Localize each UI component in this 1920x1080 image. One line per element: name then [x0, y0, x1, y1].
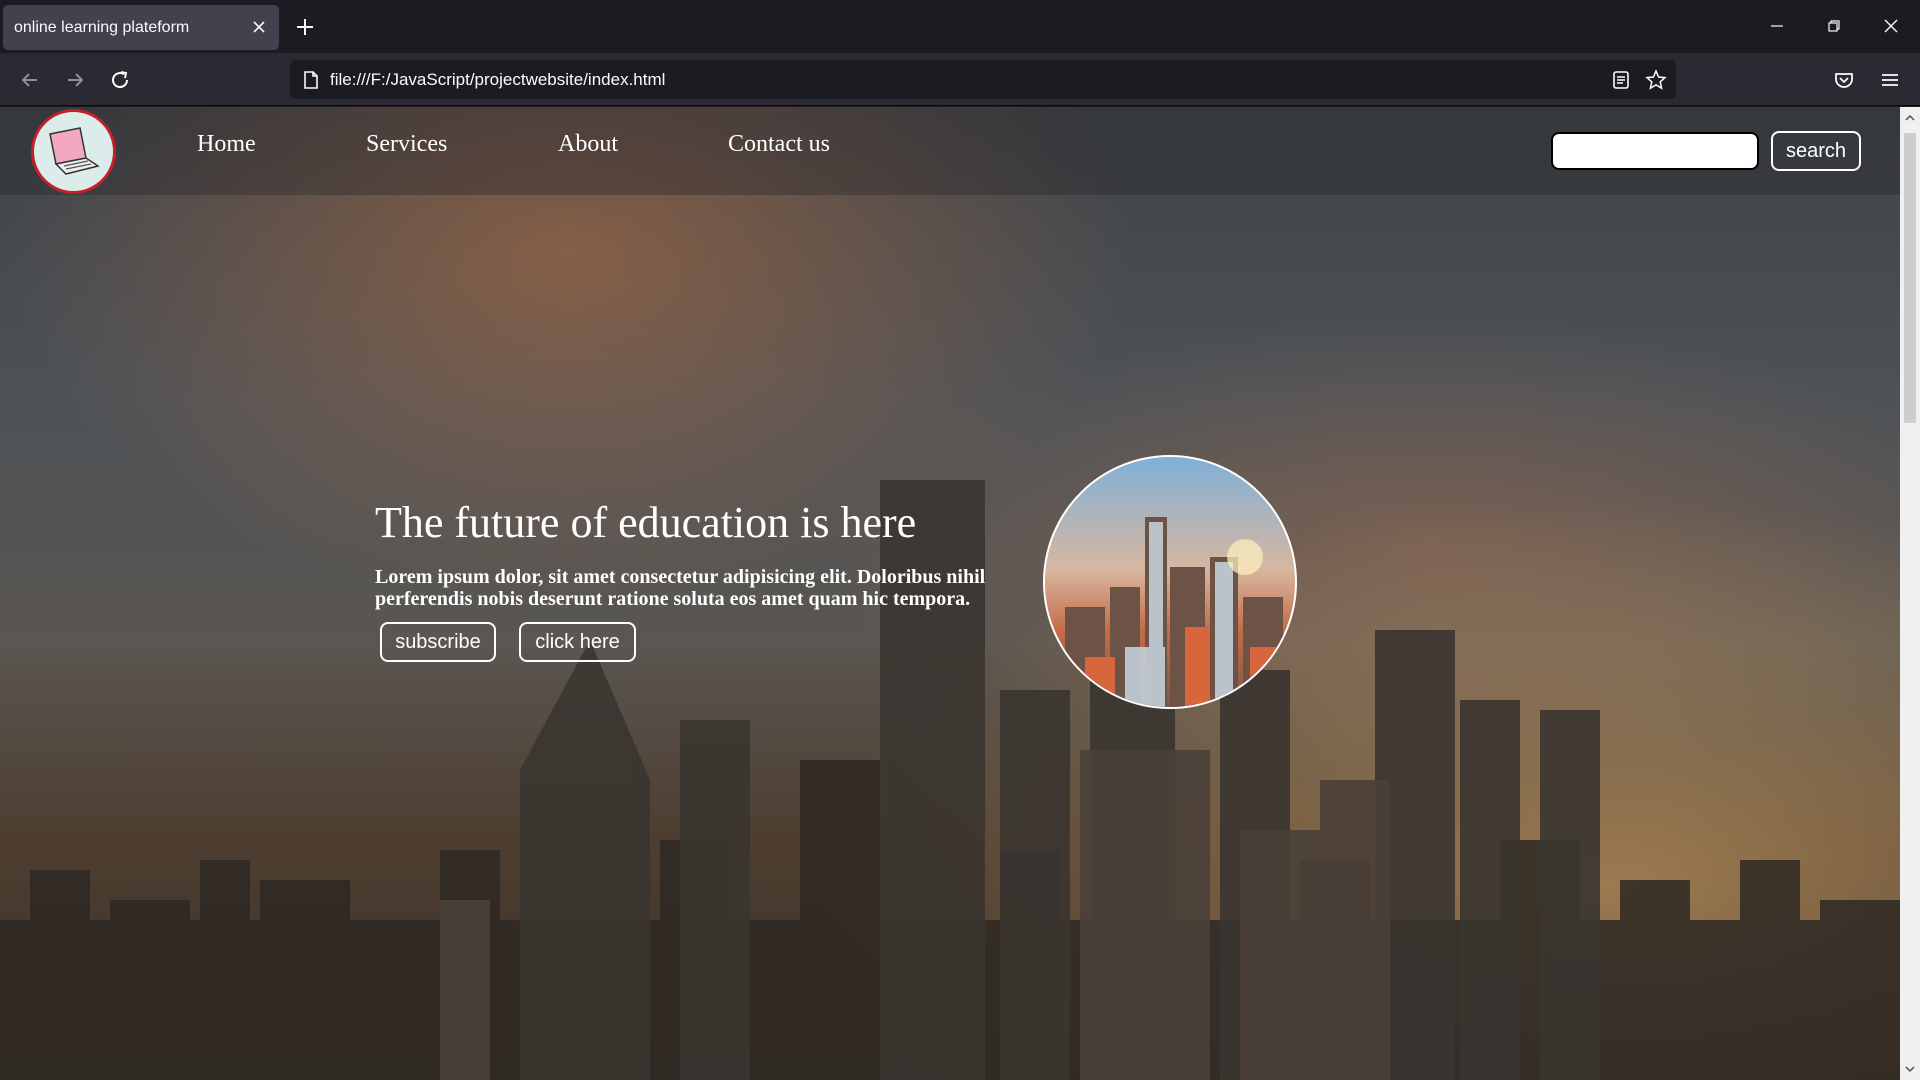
browser-tab-bar: online learning plateform [0, 0, 1920, 53]
subscribe-button[interactable]: subscribe [380, 622, 496, 662]
window-close-icon[interactable] [1879, 14, 1903, 38]
search-button[interactable]: search [1771, 131, 1861, 171]
nav-contact-link[interactable]: Contact us [728, 131, 830, 158]
reload-icon[interactable] [107, 67, 133, 93]
site-header: Home Services About Contact us search [0, 107, 1900, 195]
scroll-down-icon[interactable] [1903, 1062, 1917, 1076]
hero-title: The future of education is here [375, 498, 917, 547]
pocket-icon[interactable] [1831, 67, 1857, 93]
page-viewport: Home Services About Contact us search Th… [0, 107, 1900, 1080]
tab-title: online learning plateform [14, 19, 190, 36]
restore-icon[interactable] [1822, 14, 1846, 38]
nav-about-link[interactable]: About [558, 131, 618, 158]
minimize-icon[interactable] [1765, 14, 1789, 38]
close-icon[interactable] [249, 17, 269, 37]
nav-services-link[interactable]: Services [366, 131, 447, 158]
scroll-up-icon[interactable] [1903, 111, 1917, 125]
hero-description: Lorem ipsum dolor, sit amet consectetur … [375, 566, 986, 610]
page-icon [304, 71, 318, 89]
nav-home-link[interactable]: Home [197, 131, 256, 158]
forward-icon[interactable] [62, 67, 88, 93]
scroll-thumb[interactable] [1904, 133, 1916, 423]
search-input[interactable] [1551, 132, 1759, 170]
browser-tab[interactable]: online learning plateform [3, 5, 279, 50]
city-image [1043, 455, 1297, 709]
bookmark-star-icon[interactable] [1645, 69, 1667, 91]
menu-icon[interactable] [1877, 67, 1903, 93]
page-scrollbar[interactable] [1900, 107, 1920, 1080]
laptop-logo[interactable] [31, 109, 116, 194]
back-icon[interactable] [17, 67, 43, 93]
city-illustration [1065, 517, 1283, 707]
url-text: file:///F:/JavaScript/projectwebsite/ind… [330, 70, 666, 89]
laptop-icon [49, 127, 100, 175]
browser-toolbar: file:///F:/JavaScript/projectwebsite/ind… [0, 53, 1920, 106]
reader-view-icon[interactable] [1610, 69, 1632, 91]
click-here-button[interactable]: click here [519, 622, 636, 662]
new-tab-icon[interactable] [292, 14, 318, 40]
url-bar[interactable]: file:///F:/JavaScript/projectwebsite/ind… [290, 60, 1676, 99]
